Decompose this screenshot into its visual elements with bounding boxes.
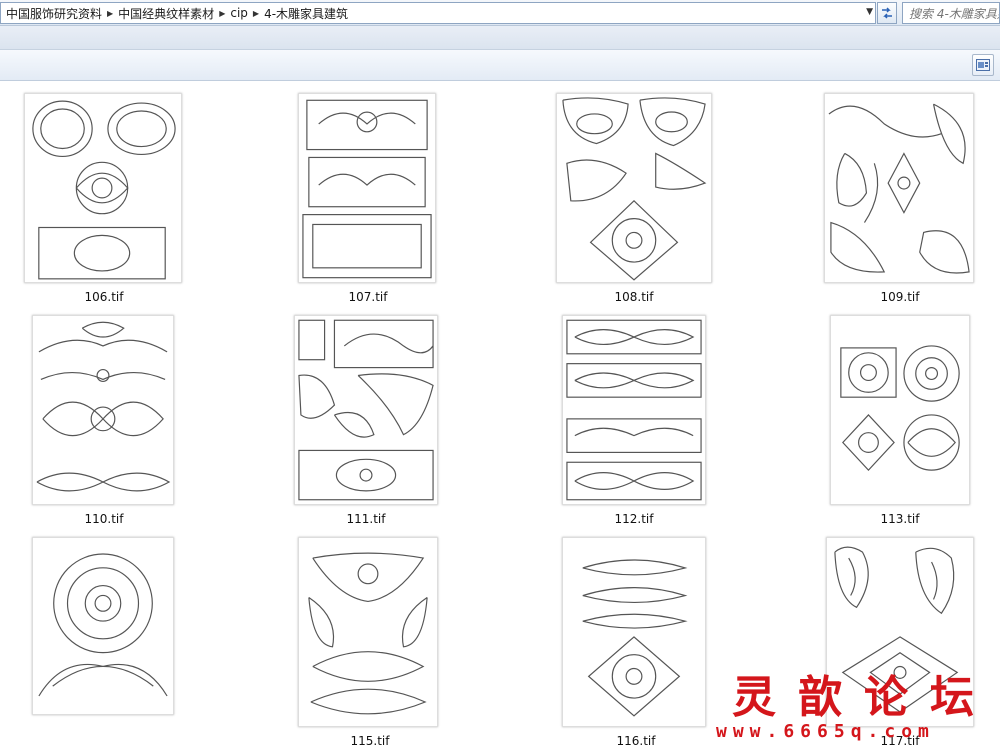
file-name[interactable]: 108.tif [574,290,694,304]
file-list[interactable]: 106.tif 107.tif 108.tif 109.tif 110.tif … [0,81,1000,755]
file-name[interactable]: 111.tif [306,512,426,526]
search-field[interactable] [902,2,1000,24]
file-name[interactable]: 107.tif [308,290,428,304]
ornament-thumbnail-icon[interactable] [294,315,438,505]
file-name[interactable]: 115.tif [310,734,430,748]
refresh-icon [882,7,892,19]
chevron-right-icon[interactable]: ▶ [251,9,261,18]
ornament-thumbnail-icon[interactable] [24,93,182,283]
chevron-down-icon[interactable]: ▼ [866,7,873,17]
forum-watermark: 灵歆论坛 www.6665q.com [712,661,1000,755]
view-options-icon [976,59,990,71]
ornament-thumbnail-icon[interactable] [830,315,970,505]
ornament-thumbnail-icon[interactable] [32,315,174,505]
address-bar: 中国服饰研究资料 ▶ 中国经典纹样素材 ▶ cip ▶ 4-木雕家具建筑 ▼ [0,0,1000,26]
file-name[interactable]: 116.tif [576,734,696,748]
ornament-thumbnail-icon[interactable] [556,93,712,283]
search-input[interactable] [903,4,999,23]
command-bar [0,50,1000,81]
ornament-thumbnail-icon[interactable] [298,537,438,727]
breadcrumb-item[interactable]: 中国服饰研究资料 [3,5,105,22]
file-name[interactable]: 109.tif [840,290,960,304]
chevron-right-icon[interactable]: ▶ [217,9,227,18]
breadcrumb[interactable]: 中国服饰研究资料 ▶ 中国经典纹样素材 ▶ cip ▶ 4-木雕家具建筑 ▼ [0,2,876,24]
chevron-right-icon[interactable]: ▶ [105,9,115,18]
file-name[interactable]: 106.tif [44,290,164,304]
ornament-thumbnail-icon[interactable] [562,315,706,505]
breadcrumb-item[interactable]: cip [227,6,251,20]
file-name[interactable]: 112.tif [574,512,694,526]
breadcrumb-item[interactable]: 中国经典纹样素材 [115,5,217,22]
watermark-title: 灵歆论坛 [732,672,996,723]
file-name[interactable]: 110.tif [44,512,164,526]
breadcrumb-item[interactable]: 4-木雕家具建筑 [261,5,351,22]
ornament-thumbnail-icon[interactable] [824,93,974,283]
ornament-thumbnail-icon[interactable] [562,537,706,727]
ornament-thumbnail-icon[interactable] [298,93,436,283]
ornament-thumbnail-icon[interactable] [32,537,174,715]
file-name[interactable]: 113.tif [840,512,960,526]
watermark-url: www.6665q.com [716,721,935,742]
menu-strip [0,26,1000,50]
refresh-button[interactable] [877,2,897,24]
change-view-button[interactable] [972,54,994,76]
